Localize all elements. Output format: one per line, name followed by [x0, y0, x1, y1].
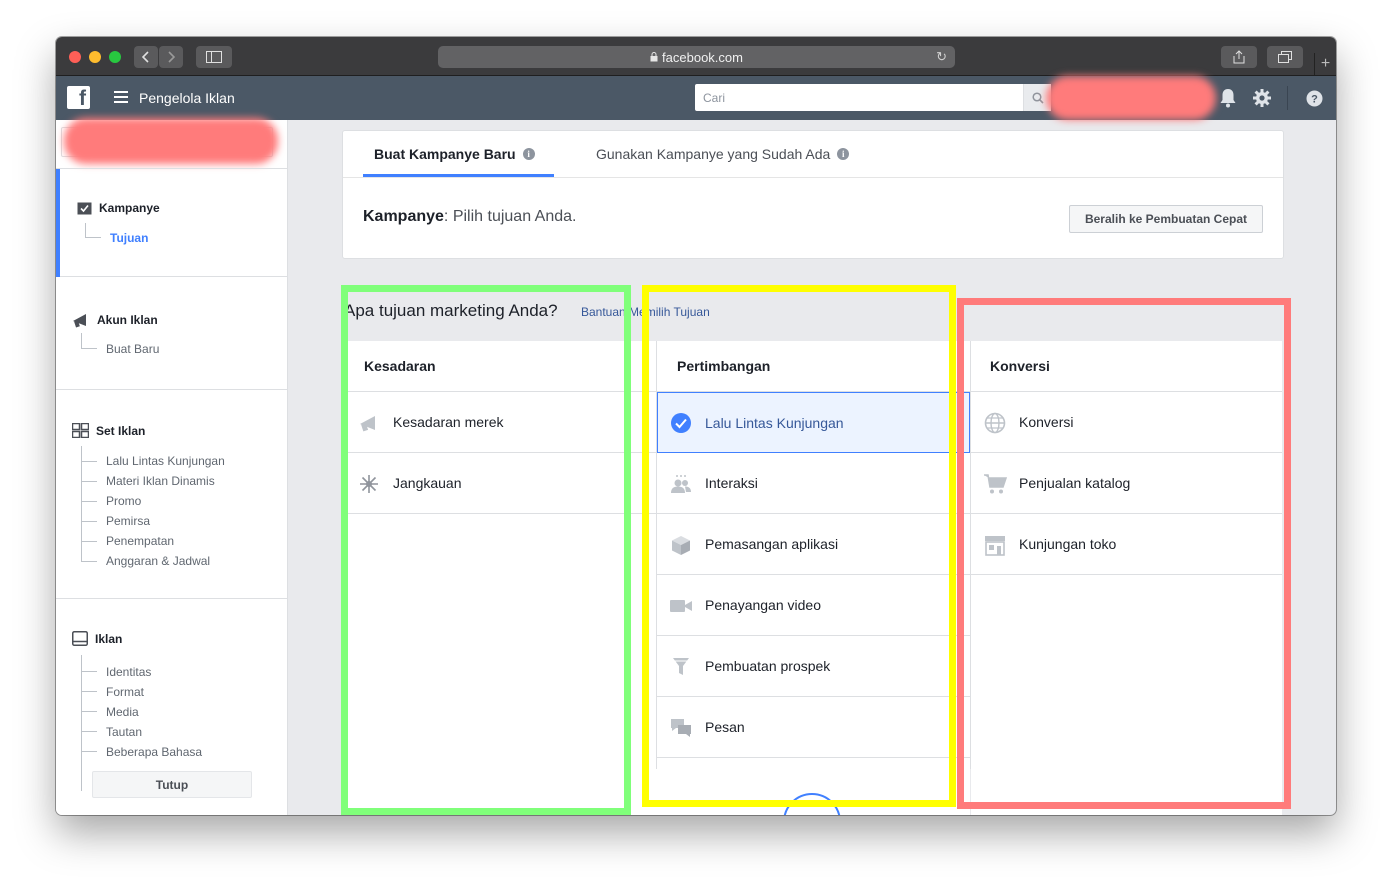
sidebar-subitem[interactable]: Tautan [106, 725, 142, 739]
tree-line [81, 333, 82, 348]
sidebar-subitem[interactable]: Lalu Lintas Kunjungan [106, 454, 225, 468]
facebook-logo-icon[interactable]: f [67, 86, 90, 109]
app-header: f Pengelola Iklan ? [56, 76, 1336, 120]
sidebar: Kampanye Tujuan Akun Iklan Buat Baru Set… [56, 118, 288, 815]
sidebar-section-campaign[interactable]: Kampanye Tujuan [56, 168, 288, 277]
tree-branch [81, 541, 97, 542]
highlight-awareness-box [341, 285, 631, 815]
forward-button[interactable] [159, 46, 183, 68]
tab-label: Gunakan Kampanye yang Sudah Ada [596, 146, 831, 162]
chevron-right-icon [168, 51, 175, 63]
search-box [695, 84, 1051, 111]
tree-branch [81, 501, 97, 502]
help-icon[interactable]: ? [1303, 87, 1325, 109]
sidebar-item-label: Kampanye [99, 201, 160, 215]
campaign-prompt: Kampanye: Pilih tujuan Anda. [363, 208, 576, 226]
new-tab-button[interactable]: + [1314, 53, 1336, 75]
info-icon[interactable]: i [837, 148, 850, 160]
sidebar-subitem[interactable]: Media [106, 705, 139, 719]
sidebar-subitem-create-new[interactable]: Buat Baru [106, 342, 159, 356]
sidebar-toggle-button[interactable] [196, 46, 232, 68]
sidebar-subitem[interactable]: Promo [106, 494, 141, 508]
sidebar-icon [206, 51, 222, 63]
zoom-window-button[interactable] [109, 51, 121, 63]
tab-new-campaign[interactable]: Buat Kampanye Baru i [374, 146, 535, 162]
redacted-account-selector [64, 118, 278, 164]
sidebar-subitem[interactable]: Beberapa Bahasa [106, 745, 202, 759]
tabs-overview-button[interactable] [1267, 46, 1303, 68]
sidebar-item-ad-account[interactable]: Akun Iklan [72, 312, 158, 328]
sidebar-item-label: Set Iklan [96, 423, 146, 438]
header-divider [1287, 86, 1288, 110]
menu-icon[interactable] [114, 91, 128, 103]
tab-existing-campaign[interactable]: Gunakan Kampanye yang Sudah Ada i [596, 146, 850, 162]
campaign-card: Buat Kampanye Baru i Gunakan Kampanye ya… [342, 130, 1284, 259]
url-text: facebook.com [662, 49, 743, 65]
settings-gear-icon[interactable] [1251, 87, 1273, 109]
tree-branch [81, 561, 97, 562]
tabs-icon [1278, 51, 1292, 63]
lock-icon [650, 52, 658, 62]
sidebar-subitem[interactable]: Pemirsa [106, 514, 150, 528]
active-tab-underline [363, 174, 554, 177]
tree-branch [81, 461, 97, 462]
close-window-button[interactable] [69, 51, 81, 63]
tree-branch [81, 731, 97, 732]
tree-branch [81, 711, 97, 712]
tree-branch [81, 521, 97, 522]
sidebar-subitem-objective[interactable]: Tujuan [110, 231, 148, 245]
sidebar-subitem[interactable]: Identitas [106, 665, 151, 679]
highlight-conversion-box [957, 298, 1291, 809]
svg-text:?: ? [1311, 93, 1318, 105]
active-indicator [56, 169, 60, 277]
sidebar-section-ad-set[interactable]: Set Iklan Lalu Lintas Kunjungan Materi I… [56, 390, 288, 599]
sidebar-subitem[interactable]: Format [106, 685, 144, 699]
tree-branch [81, 671, 97, 672]
info-icon[interactable]: i [522, 148, 535, 160]
share-button[interactable] [1221, 46, 1257, 68]
tree-branch [81, 348, 97, 349]
megaphone-icon [73, 314, 86, 328]
share-icon [1233, 50, 1245, 64]
sidebar-subitem[interactable]: Anggaran & Jadwal [106, 554, 210, 568]
tree-branch [81, 691, 97, 692]
tree-branch [81, 751, 97, 752]
tree-line [85, 223, 86, 237]
tab-label: Buat Kampanye Baru [374, 146, 516, 162]
tree-branch [85, 237, 101, 238]
chevron-left-icon [142, 51, 149, 63]
tree-branch [81, 481, 97, 482]
reload-icon[interactable]: ↻ [936, 49, 947, 65]
tree-line [81, 446, 82, 561]
notifications-bell-icon[interactable] [1217, 87, 1239, 109]
sidebar-item-ad-set[interactable]: Set Iklan [72, 423, 145, 438]
minimize-window-button[interactable] [89, 51, 101, 63]
search-icon [1031, 91, 1044, 104]
sidebar-item-label: Iklan [95, 631, 123, 646]
checkbox-icon [77, 202, 92, 215]
address-bar[interactable]: facebook.com ↻ [438, 46, 955, 68]
sidebar-subitem[interactable]: Materi Iklan Dinamis [106, 474, 215, 488]
back-button[interactable] [134, 46, 158, 68]
close-sidebar-button[interactable]: Tutup [92, 771, 252, 798]
sidebar-item-campaign[interactable]: Kampanye [77, 201, 160, 215]
highlight-consideration-box [642, 285, 956, 807]
campaign-prompt-text: : Pilih tujuan Anda. [443, 208, 577, 225]
sidebar-subitem[interactable]: Penempatan [106, 534, 174, 548]
redacted-account-name [1046, 76, 1216, 120]
sidebar-section-ad-account[interactable]: Akun Iklan Buat Baru [56, 277, 288, 390]
search-input[interactable] [695, 84, 1021, 111]
ad-preview-icon [72, 631, 88, 646]
sidebar-item-label: Akun Iklan [97, 313, 158, 327]
quick-creation-button[interactable]: Beralih ke Pembuatan Cepat [1069, 205, 1263, 233]
browser-toolbar: facebook.com ↻ + [56, 37, 1336, 76]
grid-icon [72, 423, 89, 438]
campaign-tabs: Buat Kampanye Baru i Gunakan Kampanye ya… [343, 131, 1283, 178]
tree-line [81, 655, 82, 791]
app-title: Pengelola Iklan [139, 90, 235, 106]
campaign-label: Kampanye [363, 208, 444, 225]
sidebar-item-ad[interactable]: Iklan [72, 631, 122, 646]
